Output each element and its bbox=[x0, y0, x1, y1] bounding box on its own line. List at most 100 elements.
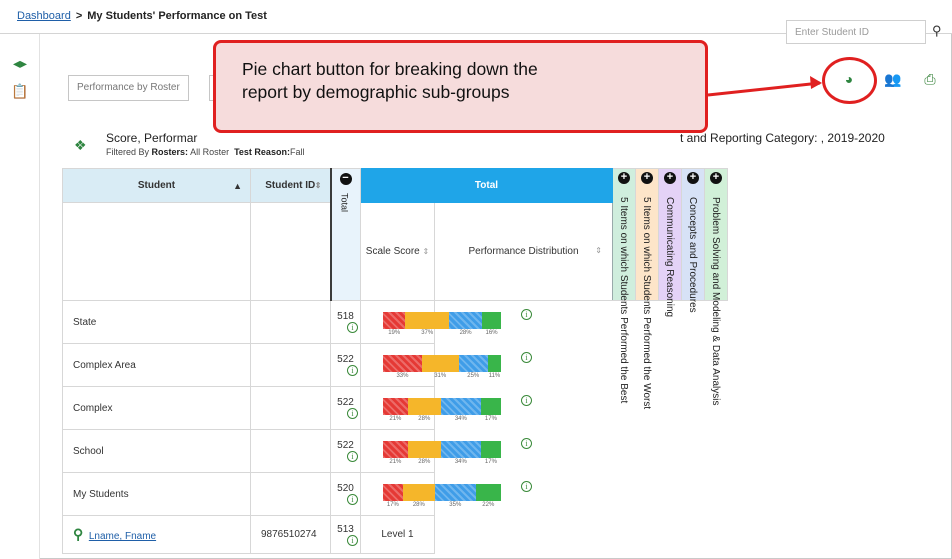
distribution-percent: 28% bbox=[412, 502, 425, 508]
category-worst-label: 5 Items on which Students Performed the … bbox=[641, 197, 652, 410]
distribution-percents: 17% 28% 35% 22% bbox=[383, 502, 501, 508]
distribution-percents: 21% 28% 34% 17% bbox=[383, 416, 501, 422]
category-problem-solving-label: Problem Solving and Modeling & Data Anal… bbox=[710, 197, 721, 406]
scale-score-cell: 518i bbox=[330, 300, 361, 344]
category-col-worst[interactable]: +5 Items on which Students Performed the… bbox=[635, 168, 659, 409]
filter-summary: Filtered By Rosters: All Roster Test Rea… bbox=[106, 147, 304, 157]
total-collapsed-column: − Total bbox=[329, 168, 361, 301]
clipboard-icon[interactable]: 📋 bbox=[11, 82, 29, 100]
student-id-search-input[interactable] bbox=[786, 20, 926, 44]
info-icon[interactable]: i bbox=[347, 451, 358, 462]
scale-score-header-label: Scale Score bbox=[365, 246, 420, 257]
distribution-percent: 31% bbox=[434, 373, 447, 379]
scale-score-value: 522 bbox=[337, 397, 354, 408]
distribution-percent: 21% bbox=[389, 416, 402, 422]
distribution-segment bbox=[449, 312, 483, 329]
callout-line-1: Pie chart button for breaking down the bbox=[242, 59, 538, 79]
performance-distribution-cell: 33% 31% 25% 11% i bbox=[360, 343, 532, 387]
distribution-segment bbox=[482, 312, 501, 329]
student-name-link[interactable]: Lname, Fname bbox=[89, 531, 156, 542]
performance-distribution-header-label: Performance Distribution bbox=[468, 246, 579, 257]
expand-worst-icon[interactable]: + bbox=[641, 172, 653, 184]
search-icon[interactable]: ⚲ bbox=[932, 23, 942, 39]
expand-communicating-icon[interactable]: + bbox=[664, 172, 676, 184]
scale-score-value: 522 bbox=[337, 440, 354, 451]
distribution-segment bbox=[383, 312, 406, 329]
row-label: State bbox=[62, 300, 251, 344]
info-icon[interactable]: i bbox=[347, 408, 358, 419]
row-label: Complex Area bbox=[62, 343, 251, 387]
callout-line-2: report by demographic sub-groups bbox=[242, 82, 510, 102]
scale-score-cell: 522i bbox=[330, 386, 361, 430]
expand-concepts-icon[interactable]: + bbox=[687, 172, 699, 184]
info-icon[interactable]: i bbox=[521, 438, 532, 449]
students-icon[interactable]: 👥 bbox=[880, 66, 906, 92]
student-id-header-spacer bbox=[250, 202, 331, 301]
distribution-percents: 19% 37% 28% 16% bbox=[383, 330, 501, 336]
col-header-student[interactable]: Student ▲ bbox=[62, 168, 251, 203]
performance-distribution-cell: 21% 28% 34% 17% i bbox=[360, 429, 532, 473]
distribution-percent: 28% bbox=[418, 416, 431, 422]
distribution-segment bbox=[383, 398, 408, 415]
distribution-percent: 33% bbox=[396, 373, 409, 379]
student-id-header-label: Student ID bbox=[265, 180, 316, 191]
student-detail-icon[interactable]: ⚲ bbox=[73, 526, 83, 542]
performance-distribution-cell: 21% 28% 34% 17% i bbox=[360, 386, 532, 430]
sort-icon[interactable]: ⇕ bbox=[315, 181, 322, 190]
info-icon[interactable]: i bbox=[521, 395, 532, 406]
breadcrumb-dashboard-link[interactable]: Dashboard bbox=[17, 10, 71, 22]
info-icon[interactable]: i bbox=[521, 481, 532, 492]
category-col-communicating[interactable]: + Communicating Reasoning bbox=[658, 168, 682, 317]
col-header-scale-score[interactable]: Scale Score ⇕ bbox=[360, 202, 435, 301]
student-row[interactable]: ⚲ Lname, Fname 9876510274 513i Level 1 bbox=[62, 515, 728, 554]
distribution-percent: 34% bbox=[454, 459, 467, 465]
distribution-segment bbox=[488, 355, 501, 372]
info-icon[interactable]: i bbox=[521, 309, 532, 320]
sort-icon[interactable]: ⇕ bbox=[595, 246, 602, 255]
filter-rosters-label: Rosters: bbox=[151, 147, 189, 157]
scale-score-cell: 522i bbox=[330, 343, 361, 387]
category-col-concepts[interactable]: + Concepts and Procedures bbox=[681, 168, 705, 313]
distribution-segment bbox=[383, 441, 408, 458]
distribution-percent: 37% bbox=[421, 330, 434, 336]
col-header-student-id[interactable]: Student ID ⇕ bbox=[250, 168, 331, 203]
results-table: Student ▲ Student ID ⇕ − Total Total +5 It… bbox=[62, 168, 728, 554]
total-vertical-label: Total bbox=[339, 193, 350, 213]
distribution-bar bbox=[383, 312, 501, 329]
info-icon[interactable]: i bbox=[347, 365, 358, 376]
col-header-performance-distribution[interactable]: Performance Distribution ⇕ bbox=[434, 202, 613, 301]
distribution-bar bbox=[383, 398, 501, 415]
info-icon[interactable]: i bbox=[347, 534, 358, 546]
row-id bbox=[250, 300, 331, 344]
distribution-percents: 21% 28% 34% 17% bbox=[383, 459, 501, 465]
expand-problem-solving-icon[interactable]: + bbox=[710, 172, 722, 184]
info-icon[interactable]: i bbox=[521, 352, 532, 363]
info-icon[interactable]: i bbox=[347, 494, 358, 505]
row-id bbox=[250, 429, 331, 473]
category-best-label: 5 Items on which Students Performed the … bbox=[618, 197, 629, 404]
sort-asc-icon[interactable]: ▲ bbox=[233, 181, 242, 191]
distribution-percent: 22% bbox=[482, 502, 495, 508]
distribution-percent: 17% bbox=[484, 459, 497, 465]
tab-performance-by-roster[interactable]: Performance by Roster bbox=[68, 75, 189, 101]
distribution-bar bbox=[383, 484, 501, 501]
collapse-total-icon[interactable]: − bbox=[339, 173, 352, 185]
sort-icon[interactable]: ⇕ bbox=[423, 247, 430, 256]
distribution-segment bbox=[480, 398, 501, 415]
student-name-cell: ⚲ Lname, Fname bbox=[62, 515, 251, 554]
distribution-segment bbox=[440, 398, 481, 415]
expand-collapse-icon[interactable]: ◂▸ bbox=[11, 54, 29, 72]
category-col-problem-solving[interactable]: + Problem Solving and Modeling & Data Ana… bbox=[704, 168, 728, 405]
table-row: School 522i 21% 28% 34% 17% i bbox=[62, 429, 728, 473]
distribution-segment bbox=[383, 484, 403, 501]
left-toolbar: ◂▸ 📋 bbox=[0, 34, 40, 559]
table-row: My Students 520i 17% 28% 35% 22% i bbox=[62, 472, 728, 516]
info-icon[interactable]: i bbox=[347, 322, 358, 333]
distribution-percent: 28% bbox=[418, 459, 431, 465]
row-id bbox=[250, 343, 331, 387]
filter-reason-label: Test Reason: bbox=[234, 147, 290, 157]
category-col-best[interactable]: +5 Items on which Students Performed the… bbox=[612, 168, 636, 403]
expand-best-icon[interactable]: + bbox=[618, 172, 630, 184]
print-icon[interactable]: ⎙ bbox=[917, 66, 943, 92]
distribution-segment bbox=[475, 484, 501, 501]
